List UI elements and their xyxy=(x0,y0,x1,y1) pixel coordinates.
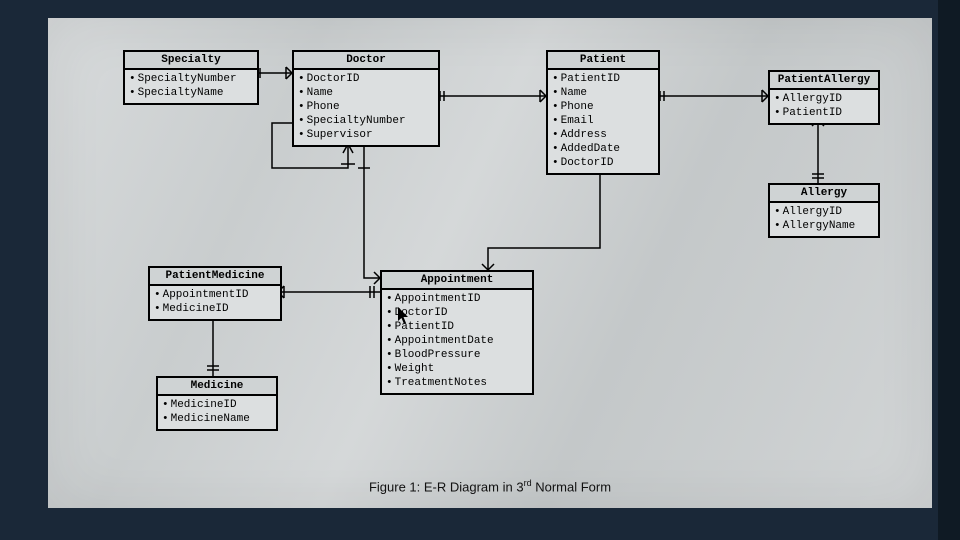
attr: Name xyxy=(298,86,434,100)
attr: Email xyxy=(552,114,654,128)
caption-suffix: Normal Form xyxy=(532,479,611,494)
entity-title: Doctor xyxy=(294,52,438,70)
attr: AllergyID xyxy=(774,205,874,219)
attr: PatientID xyxy=(552,72,654,86)
mouse-cursor-icon xyxy=(397,306,411,326)
entity-allergy: Allergy AllergyID AllergyName xyxy=(768,183,880,238)
entity-appointment: Appointment AppointmentID DoctorID Patie… xyxy=(380,270,534,395)
attr: DoctorID xyxy=(552,156,654,170)
entity-title: Allergy xyxy=(770,185,878,203)
attr: TreatmentNotes xyxy=(386,376,528,390)
attr: SpecialtyNumber xyxy=(129,72,253,86)
attr: BloodPressure xyxy=(386,348,528,362)
attr: AllergyName xyxy=(774,219,874,233)
attr: SpecialtyNumber xyxy=(298,114,434,128)
attr: MedicineID xyxy=(162,398,272,412)
caption-sup: rd xyxy=(524,478,532,488)
attr: AppointmentID xyxy=(386,292,528,306)
attr: Supervisor xyxy=(298,128,434,142)
attr: SpecialtyName xyxy=(129,86,253,100)
entity-title: Patient xyxy=(548,52,658,70)
entity-doctor: Doctor DoctorID Name Phone SpecialtyNumb… xyxy=(292,50,440,147)
entity-patient-allergy: PatientAllergy AllergyID PatientID xyxy=(768,70,880,125)
attr: PatientID xyxy=(774,106,874,120)
attr: MedicineName xyxy=(162,412,272,426)
entity-title: PatientMedicine xyxy=(150,268,280,286)
attr: MedicineID xyxy=(154,302,276,316)
entity-patient-medicine: PatientMedicine AppointmentID MedicineID xyxy=(148,266,282,321)
attr: AllergyID xyxy=(774,92,874,106)
entity-title: Specialty xyxy=(125,52,257,70)
attr: AppointmentID xyxy=(154,288,276,302)
entity-title: PatientAllergy xyxy=(770,72,878,90)
attr: AppointmentDate xyxy=(386,334,528,348)
entity-patient: Patient PatientID Name Phone Email Addre… xyxy=(546,50,660,175)
screen-edge xyxy=(938,0,960,540)
attr: Weight xyxy=(386,362,528,376)
figure-caption: Figure 1: E-R Diagram in 3rd Normal Form xyxy=(48,478,932,494)
entity-medicine: Medicine MedicineID MedicineName xyxy=(156,376,278,431)
diagram-page: Specialty SpecialtyNumber SpecialtyName … xyxy=(48,18,932,508)
attr: Name xyxy=(552,86,654,100)
entity-title: Medicine xyxy=(158,378,276,396)
caption-prefix: Figure 1: E-R Diagram in 3 xyxy=(369,479,524,494)
attr: Phone xyxy=(298,100,434,114)
attr: AddedDate xyxy=(552,142,654,156)
entity-specialty: Specialty SpecialtyNumber SpecialtyName xyxy=(123,50,259,105)
attr: DoctorID xyxy=(298,72,434,86)
entity-title: Appointment xyxy=(382,272,532,290)
attr: Phone xyxy=(552,100,654,114)
attr: Address xyxy=(552,128,654,142)
